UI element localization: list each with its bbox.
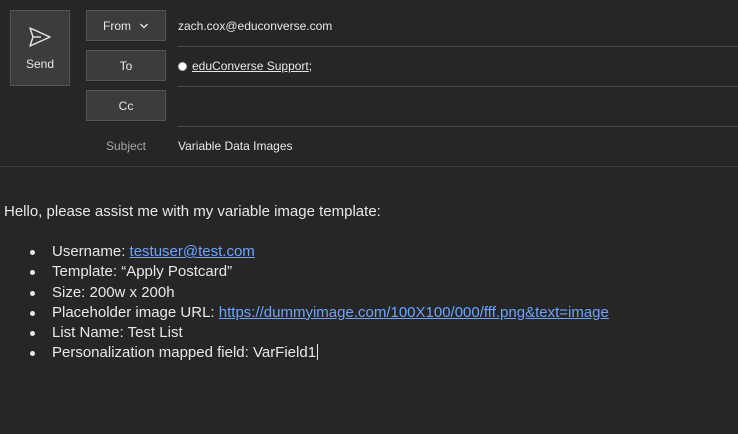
- message-body[interactable]: Hello, please assist me with my variable…: [4, 202, 734, 364]
- bullet-icon: [30, 331, 35, 337]
- bullet-icon: [30, 351, 35, 357]
- cc-divider: [178, 126, 738, 127]
- bullet-icon: [30, 270, 35, 276]
- to-recipient[interactable]: eduConverse Support: [192, 59, 309, 73]
- cc-label: Cc: [118, 98, 134, 113]
- send-icon: [29, 27, 51, 47]
- greeting-text: Hello, please assist me with my variable…: [4, 203, 381, 220]
- url-link[interactable]: https://dummyimage.com/100X100/000/fff.p…: [219, 304, 609, 321]
- send-button[interactable]: Send: [10, 10, 70, 86]
- email-link[interactable]: testuser@test.com: [130, 243, 255, 260]
- list-item: Size: 200w x 200h: [4, 283, 734, 303]
- chevron-down-icon: [140, 23, 148, 28]
- subject-field[interactable]: Variable Data Images: [178, 136, 293, 156]
- item-label: Placeholder image URL:: [52, 303, 219, 321]
- bullet-icon: [30, 310, 35, 316]
- item-label: Size: 200w x 200h: [52, 283, 175, 301]
- to-field[interactable]: eduConverse Support ;: [178, 56, 312, 76]
- list-item: Username: testuser@test.com: [4, 242, 734, 262]
- cc-button[interactable]: Cc: [86, 90, 166, 121]
- bullet-icon: [30, 250, 35, 255]
- to-separator: ;: [308, 59, 313, 73]
- item-label: Template: “Apply Postcard”: [52, 263, 233, 281]
- list-item: Template: “Apply Postcard”: [4, 262, 734, 282]
- text-cursor: [317, 344, 319, 361]
- header-divider: [0, 166, 738, 167]
- email-compose-window: Send From zach.cox@educonverse.com To ed…: [0, 0, 738, 434]
- bullet-icon: [30, 290, 35, 296]
- from-value[interactable]: zach.cox@educonverse.com: [178, 16, 332, 36]
- item-label: Username:: [52, 243, 130, 260]
- item-label: Personalization mapped field: VarField1: [52, 344, 317, 362]
- from-label: From: [103, 18, 131, 33]
- from-button[interactable]: From: [86, 10, 166, 41]
- to-button[interactable]: To: [86, 50, 166, 81]
- send-label: Send: [25, 57, 55, 71]
- item-label: List Name: Test List: [52, 324, 183, 342]
- to-label: To: [119, 58, 133, 73]
- from-divider: [178, 46, 738, 47]
- details-list: Username: testuser@test.com Template: “A…: [4, 242, 734, 364]
- list-item: Placeholder image URL: https://dummyimag…: [4, 303, 734, 323]
- to-divider: [178, 86, 738, 87]
- recipient-status-icon: [178, 61, 187, 71]
- list-item: List Name: Test List: [4, 323, 734, 343]
- subject-label: Subject: [105, 139, 147, 153]
- list-item: Personalization mapped field: VarField1: [4, 343, 734, 363]
